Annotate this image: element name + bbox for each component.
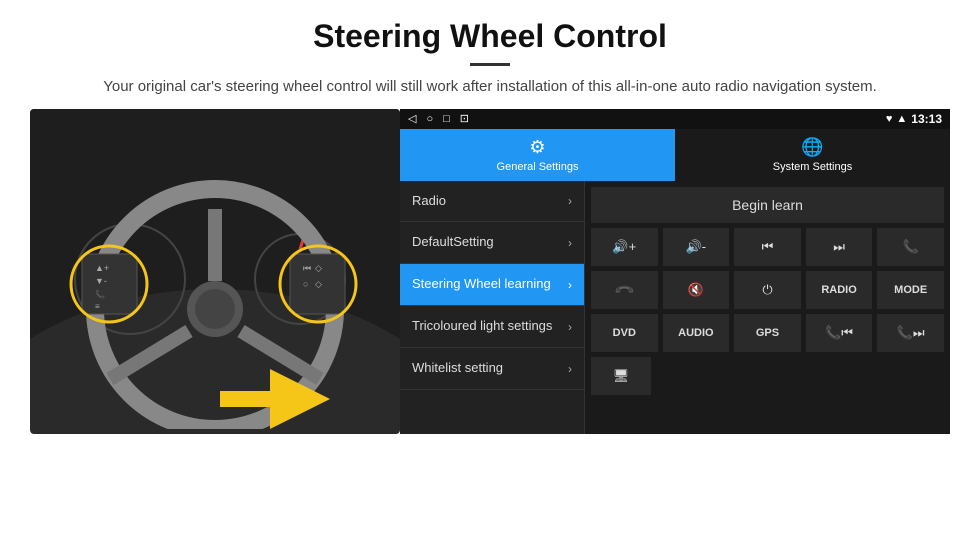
tel-prev-icon: 📞⏮ bbox=[825, 325, 853, 341]
globe-icon: 🌐 bbox=[801, 137, 823, 158]
wifi-icon: ▲ bbox=[896, 113, 907, 125]
tab-system-label: System Settings bbox=[773, 161, 852, 173]
dvd-button[interactable]: DVD bbox=[591, 314, 658, 352]
page-header: Steering Wheel Control Your original car… bbox=[0, 0, 980, 109]
menu-item-default[interactable]: DefaultSetting › bbox=[400, 222, 584, 264]
main-content: ▲+ ▼- 📞 ≡ ⏮ ◇ ○ ◇ bbox=[0, 109, 980, 434]
recent-icon[interactable]: □ bbox=[443, 113, 450, 125]
chevron-icon: › bbox=[568, 278, 572, 292]
android-head-unit: ◁ ○ □ ⊡ ♥ ▲ 13:13 ⚙ General Settings 🌐 S… bbox=[400, 109, 950, 434]
location-icon: ♥ bbox=[886, 113, 893, 125]
title-divider bbox=[470, 63, 510, 66]
audio-label: AUDIO bbox=[678, 327, 713, 339]
next-icon: ⏭ bbox=[833, 239, 845, 255]
chevron-icon: › bbox=[568, 320, 572, 334]
svg-text:▼-: ▼- bbox=[95, 276, 107, 286]
prev-track-button[interactable]: ⏮ bbox=[734, 228, 801, 266]
svg-text:◇: ◇ bbox=[315, 263, 322, 273]
menu-radio-label: Radio bbox=[412, 193, 568, 210]
menu-item-radio[interactable]: Radio › bbox=[400, 181, 584, 223]
vol-up-button[interactable]: 🔊+ bbox=[591, 228, 658, 266]
hangup-button[interactable]: 📞 bbox=[591, 271, 658, 309]
tel-next-icon: 📞⏭ bbox=[897, 325, 925, 341]
radio-label: RADIO bbox=[821, 284, 856, 296]
begin-learn-row: Begin learn bbox=[591, 187, 944, 223]
steering-wheel-image: ▲+ ▼- 📞 ≡ ⏮ ◇ ○ ◇ bbox=[30, 109, 400, 434]
mode-button[interactable]: MODE bbox=[877, 271, 944, 309]
tab-system[interactable]: 🌐 System Settings bbox=[675, 129, 950, 181]
menu-item-steering[interactable]: Steering Wheel learning › bbox=[400, 264, 584, 306]
chevron-icon: › bbox=[568, 362, 572, 376]
clock: 13:13 bbox=[911, 112, 942, 126]
mute-button[interactable]: 🔇 bbox=[663, 271, 730, 309]
vol-down-icon: 🔊- bbox=[686, 239, 707, 255]
menu-steering-label: Steering Wheel learning bbox=[412, 276, 568, 293]
home-icon[interactable]: ○ bbox=[426, 113, 433, 125]
begin-learn-button[interactable]: Begin learn bbox=[591, 187, 944, 223]
tab-general[interactable]: ⚙ General Settings bbox=[400, 129, 675, 181]
chevron-icon: › bbox=[568, 194, 572, 208]
svg-text:⏮: ⏮ bbox=[303, 263, 311, 273]
nav-icons: ◁ ○ □ ⊡ bbox=[408, 112, 882, 125]
tel-prev-button[interactable]: 📞⏮ bbox=[806, 314, 873, 352]
tel-next-button[interactable]: 📞⏭ bbox=[877, 314, 944, 352]
svg-text:◇: ◇ bbox=[315, 279, 322, 289]
menu-item-whitelist[interactable]: Whitelist setting › bbox=[400, 348, 584, 390]
tab-general-label: General Settings bbox=[497, 161, 579, 173]
control-row-4: 🖥 bbox=[591, 357, 944, 395]
menu-list: Radio › DefaultSetting › Steering Wheel … bbox=[400, 181, 585, 434]
prev-icon: ⏮ bbox=[762, 239, 774, 255]
hangup-icon: 📞 bbox=[613, 278, 636, 301]
power-button[interactable]: ⏻ bbox=[734, 271, 801, 309]
control-row-3: DVD AUDIO GPS 📞⏮ 📞⏭ bbox=[591, 314, 944, 352]
page-wrapper: Steering Wheel Control Your original car… bbox=[0, 0, 980, 434]
back-icon[interactable]: ◁ bbox=[408, 112, 416, 125]
radio-button[interactable]: RADIO bbox=[806, 271, 873, 309]
svg-text:○: ○ bbox=[303, 279, 308, 289]
control-row-1: 🔊+ 🔊- ⏮ ⏭ 📞 bbox=[591, 228, 944, 266]
audio-button[interactable]: AUDIO bbox=[663, 314, 730, 352]
page-subtitle: Your original car's steering wheel contr… bbox=[40, 76, 940, 99]
gps-button[interactable]: GPS bbox=[734, 314, 801, 352]
apps-icon[interactable]: ⊡ bbox=[460, 112, 469, 125]
power-icon: ⏻ bbox=[762, 282, 772, 298]
vol-up-icon: 🔊+ bbox=[612, 239, 636, 255]
tab-bar: ⚙ General Settings 🌐 System Settings bbox=[400, 129, 950, 181]
svg-text:📞: 📞 bbox=[95, 289, 105, 299]
menu-whitelist-label: Whitelist setting bbox=[412, 360, 568, 377]
screen-icon: 🖥 bbox=[613, 368, 630, 384]
vol-down-button[interactable]: 🔊- bbox=[663, 228, 730, 266]
chevron-icon: › bbox=[568, 236, 572, 250]
svg-text:▲+: ▲+ bbox=[95, 263, 109, 273]
mute-icon: 🔇 bbox=[688, 282, 704, 298]
call-icon: 📞 bbox=[903, 239, 919, 255]
call-button[interactable]: 📞 bbox=[877, 228, 944, 266]
menu-default-label: DefaultSetting bbox=[412, 234, 568, 251]
dvd-label: DVD bbox=[613, 327, 636, 339]
menu-tricolour-label: Tricoloured light settings bbox=[412, 318, 568, 335]
mode-label: MODE bbox=[894, 284, 927, 296]
status-bar: ◁ ○ □ ⊡ ♥ ▲ 13:13 bbox=[400, 109, 950, 129]
control-row-2: 📞 🔇 ⏻ RADIO MODE bbox=[591, 271, 944, 309]
next-track-button[interactable]: ⏭ bbox=[806, 228, 873, 266]
gear-icon: ⚙ bbox=[529, 137, 545, 158]
control-panel: Begin learn 🔊+ 🔊- ⏮ bbox=[585, 181, 950, 434]
content-area: Radio › DefaultSetting › Steering Wheel … bbox=[400, 181, 950, 434]
menu-item-tricolour[interactable]: Tricoloured light settings › bbox=[400, 306, 584, 348]
gps-label: GPS bbox=[756, 327, 779, 339]
svg-text:≡: ≡ bbox=[95, 302, 100, 311]
screen-button[interactable]: 🖥 bbox=[591, 357, 651, 395]
page-title: Steering Wheel Control bbox=[40, 18, 940, 55]
